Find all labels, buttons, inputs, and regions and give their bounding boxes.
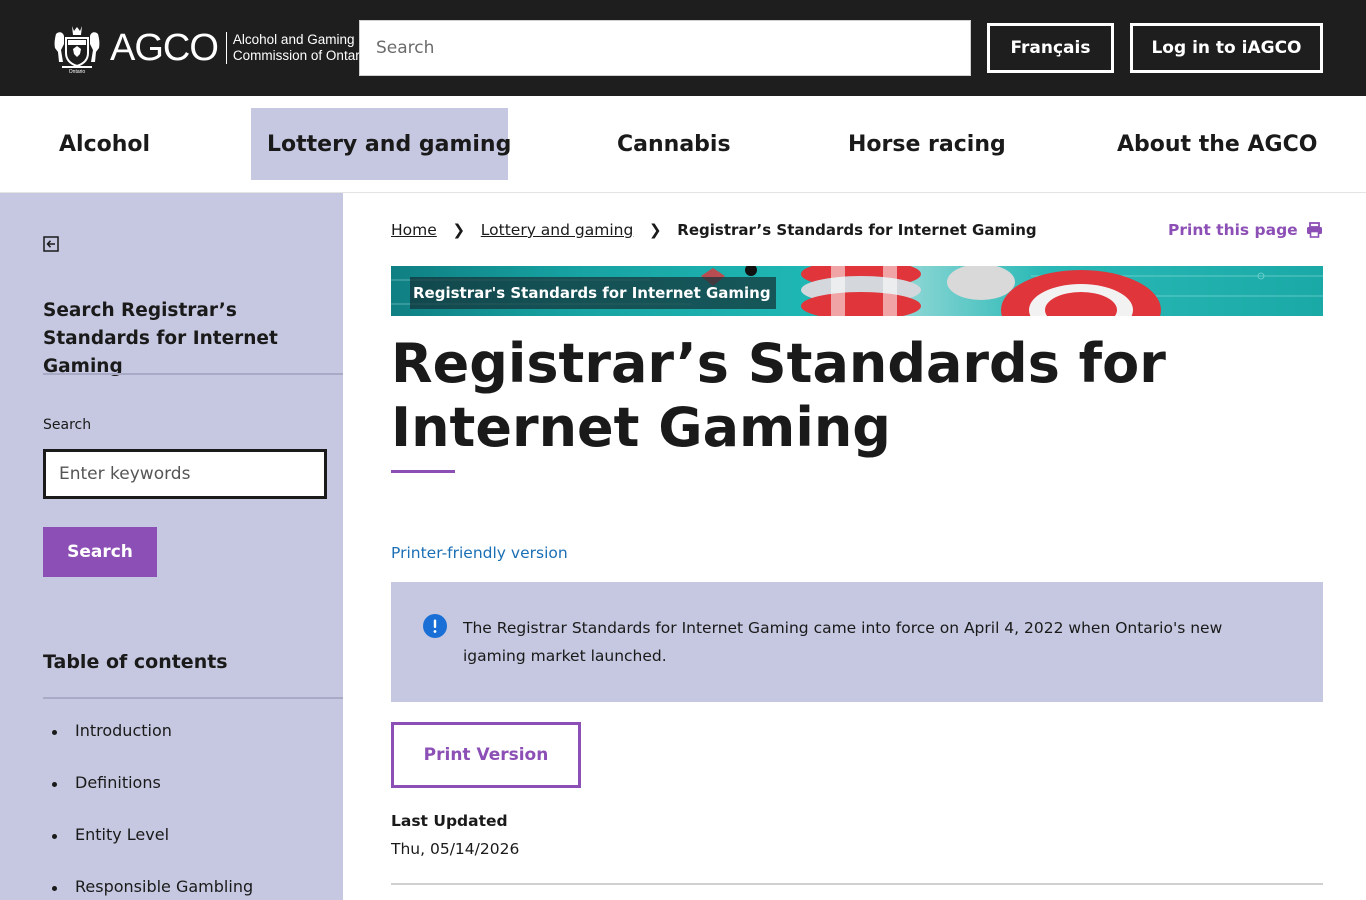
printer-icon — [1306, 222, 1322, 238]
sidebar-divider — [43, 373, 343, 375]
chevron-right-icon: ❯ — [649, 221, 662, 239]
page-banner: Registrar's Standards for Internet Gamin… — [391, 266, 1323, 316]
breadcrumb-lottery-and-gaming[interactable]: Lottery and gaming — [481, 221, 634, 239]
logo-wordmark: AGCO — [110, 27, 219, 69]
logo-subtitle-line2: Commission of Ontario — [232, 48, 371, 63]
info-notice: The Registrar Standards for Internet Gam… — [391, 582, 1323, 702]
notice-text: The Registrar Standards for Internet Gam… — [463, 619, 1223, 665]
title-underline — [391, 470, 455, 473]
svg-text:Ontario: Ontario — [69, 69, 86, 74]
nav-item-cannabis[interactable]: Cannabis — [617, 108, 731, 180]
collapse-sidebar-icon[interactable] — [43, 236, 59, 252]
breadcrumb: Home ❯ Lottery and gaming ❯ Registrar’s … — [391, 219, 1037, 241]
site-search-input[interactable] — [359, 20, 971, 76]
logo-subtitle: Alcohol and Gaming Commission of Ontario — [225, 32, 371, 64]
sidebar-search-button[interactable]: Search — [43, 527, 157, 577]
toc-list: Introduction Definitions Entity Level Re… — [43, 721, 253, 900]
toc-item-introduction[interactable]: Introduction — [43, 721, 253, 773]
nav-item-horse-racing[interactable]: Horse racing — [848, 108, 1006, 180]
french-language-button[interactable]: Français — [987, 23, 1114, 73]
print-version-button[interactable]: Print Version — [391, 722, 581, 788]
last-updated-label: Last Updated — [391, 812, 508, 830]
sidebar-search-input[interactable] — [43, 449, 327, 499]
page-title: Registrar’s Standards for Internet Gamin… — [391, 332, 1166, 459]
nav-item-about-agco[interactable]: About the AGCO — [1117, 108, 1317, 180]
nav-item-lottery-and-gaming[interactable]: Lottery and gaming — [251, 108, 511, 180]
toc-title: Table of contents — [43, 651, 228, 673]
printer-friendly-link[interactable]: Printer-friendly version — [391, 544, 568, 562]
toc-divider — [43, 697, 343, 699]
main-nav: Alcohol Lottery and gaming Cannabis Hors… — [0, 96, 1366, 193]
sidebar-search-label: Search — [43, 417, 92, 433]
sidebar: Search Registrar’s Standards for Interne… — [0, 193, 343, 900]
print-this-page-label: Print this page — [1168, 221, 1298, 239]
ontario-crest-icon: Ontario — [54, 26, 100, 74]
info-icon — [423, 614, 447, 638]
breadcrumb-home[interactable]: Home — [391, 221, 437, 239]
agco-logo[interactable]: Ontario AGCO Alcohol and Gaming Commissi… — [52, 22, 370, 74]
content-divider — [391, 883, 1323, 885]
nav-item-alcohol[interactable]: Alcohol — [59, 108, 150, 180]
logo-subtitle-line1: Alcohol and Gaming — [232, 32, 355, 47]
chevron-right-icon: ❯ — [452, 221, 466, 239]
login-iagco-button[interactable]: Log in to iAGCO — [1130, 23, 1323, 73]
banner-label: Registrar's Standards for Internet Gamin… — [410, 277, 776, 309]
breadcrumb-current: Registrar’s Standards for Internet Gamin… — [677, 221, 1037, 239]
last-updated-value: Thu, 05/14/2026 — [391, 840, 520, 858]
toc-item-entity-level[interactable]: Entity Level — [43, 825, 253, 877]
toc-item-definitions[interactable]: Definitions — [43, 773, 253, 825]
print-this-page-link[interactable]: Print this page — [1168, 219, 1323, 241]
toc-item-responsible-gambling[interactable]: Responsible Gambling — [43, 877, 253, 900]
sidebar-search-title: Search Registrar’s Standards for Interne… — [43, 300, 278, 377]
site-header: Ontario AGCO Alcohol and Gaming Commissi… — [0, 0, 1366, 96]
